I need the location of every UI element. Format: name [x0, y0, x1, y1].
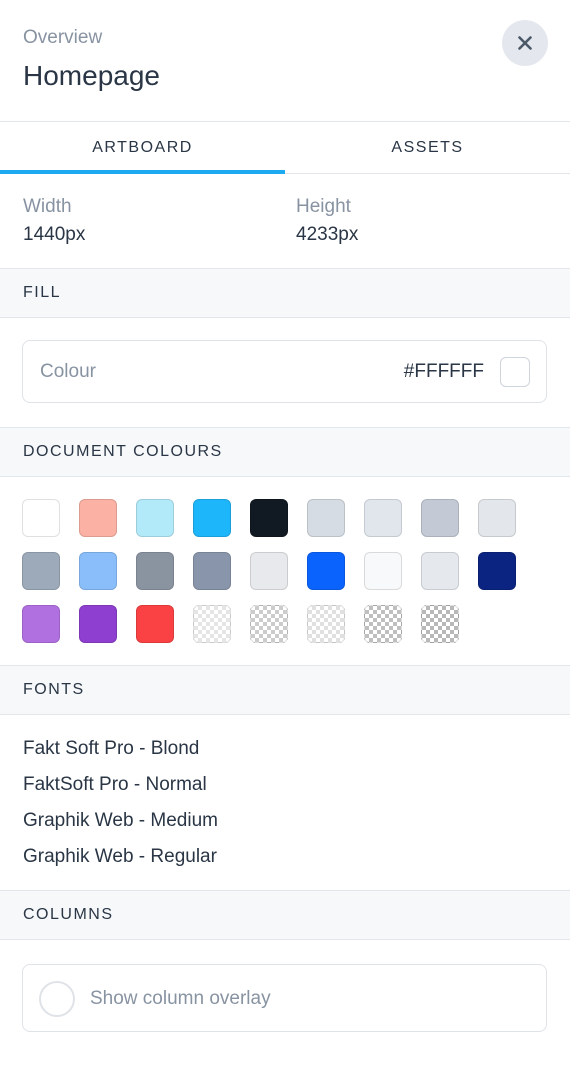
fonts-heading: FONTS	[0, 666, 570, 715]
font-item[interactable]: FaktSoft Pro - Normal	[0, 773, 570, 809]
colour-swatch[interactable]	[79, 552, 117, 590]
colour-swatch[interactable]	[364, 605, 402, 643]
columns-heading: COLUMNS	[0, 891, 570, 940]
width-label: Width	[23, 196, 72, 217]
width-value: 1440px	[23, 224, 86, 245]
fill-heading: FILL	[0, 269, 570, 318]
colour-swatch[interactable]	[421, 605, 459, 643]
colour-swatch[interactable]	[193, 605, 231, 643]
overline-label: Overview	[23, 27, 103, 48]
radio-circle-icon[interactable]	[39, 981, 75, 1017]
height-value: 4233px	[296, 224, 359, 245]
colour-swatch[interactable]	[250, 499, 288, 537]
colour-label: Colour	[40, 361, 96, 382]
tab-artboard[interactable]: ARTBOARD	[0, 122, 285, 174]
colour-swatch[interactable]	[79, 499, 117, 537]
page-title: Homepage	[23, 60, 160, 91]
fonts-list: Fakt Soft Pro - Blond FaktSoft Pro - Nor…	[0, 715, 570, 891]
colour-hex-value[interactable]: #FFFFFF	[404, 361, 484, 383]
colour-swatch[interactable]	[250, 552, 288, 590]
tab-bar: ARTBOARD ASSETS	[0, 122, 570, 174]
colour-swatch[interactable]	[136, 499, 174, 537]
colour-swatch[interactable]	[193, 499, 231, 537]
panel-header: Overview Homepage	[0, 0, 570, 122]
column-overlay-label: Show column overlay	[90, 988, 271, 1009]
colour-swatch[interactable]	[364, 499, 402, 537]
colour-swatch[interactable]	[421, 552, 459, 590]
width-group: Width 1440px	[23, 196, 85, 246]
column-overlay-toggle[interactable]: Show column overlay	[22, 964, 547, 1032]
document-colours-grid	[0, 477, 570, 666]
colour-swatch[interactable]	[22, 552, 60, 590]
colour-swatch[interactable]	[136, 605, 174, 643]
document-colours-heading: DOCUMENT COLOURS	[0, 428, 570, 477]
font-item[interactable]: Graphik Web - Regular	[0, 845, 570, 881]
colour-swatch[interactable]	[421, 499, 459, 537]
colour-swatch[interactable]	[307, 552, 345, 590]
height-group: Height 4233px	[296, 196, 358, 246]
fill-section: Colour #FFFFFF	[0, 318, 570, 428]
close-button[interactable]	[502, 20, 548, 66]
close-icon	[518, 36, 532, 50]
colour-swatch[interactable]	[193, 552, 231, 590]
colour-swatch[interactable]	[478, 552, 516, 590]
colour-swatch[interactable]	[364, 552, 402, 590]
height-label: Height	[296, 196, 351, 217]
colour-swatch[interactable]	[250, 605, 288, 643]
columns-section: Show column overlay	[0, 940, 570, 1064]
colour-swatch[interactable]	[478, 499, 516, 537]
colour-swatch[interactable]	[307, 499, 345, 537]
font-item[interactable]: Fakt Soft Pro - Blond	[0, 737, 570, 773]
colour-swatch[interactable]	[22, 605, 60, 643]
tab-assets[interactable]: ASSETS	[285, 122, 570, 173]
colour-swatch[interactable]	[79, 605, 117, 643]
font-item[interactable]: Graphik Web - Medium	[0, 809, 570, 845]
dimensions: Width 1440px Height 4233px	[0, 174, 570, 269]
colour-preview-swatch[interactable]	[500, 357, 530, 387]
colour-swatch[interactable]	[22, 499, 60, 537]
colour-swatch[interactable]	[136, 552, 174, 590]
colour-swatch[interactable]	[307, 605, 345, 643]
colour-field[interactable]: Colour #FFFFFF	[22, 340, 547, 403]
